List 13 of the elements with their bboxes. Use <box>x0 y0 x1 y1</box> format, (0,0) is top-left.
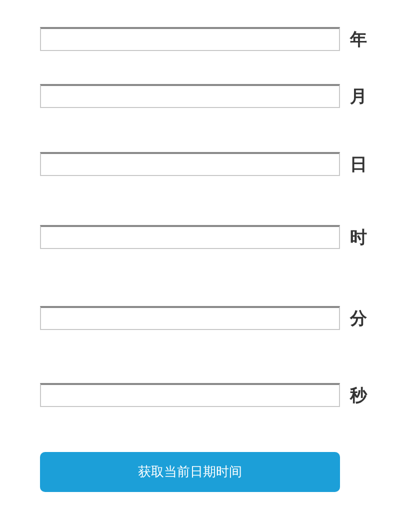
field-label: 秒 <box>350 384 367 406</box>
field-label: 年 <box>350 28 367 50</box>
text-field[interactable] <box>40 306 340 330</box>
text-field[interactable] <box>40 225 340 249</box>
field-label: 日 <box>350 154 367 176</box>
text-field[interactable] <box>40 152 340 176</box>
get-datetime-button[interactable]: 获取当前日期时间 <box>40 452 340 492</box>
text-field[interactable] <box>40 27 340 51</box>
text-field[interactable] <box>40 383 340 407</box>
field-label: 时 <box>350 226 367 248</box>
text-field[interactable] <box>40 84 340 108</box>
field-label: 月 <box>350 86 367 108</box>
field-label: 分 <box>350 308 367 330</box>
